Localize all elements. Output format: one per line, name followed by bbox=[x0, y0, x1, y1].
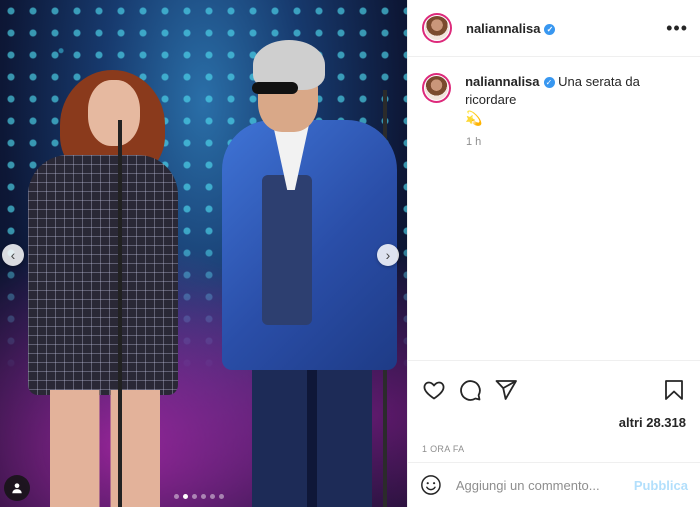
chevron-left-icon: ‹ bbox=[10, 247, 16, 263]
carousel-dot bbox=[210, 494, 215, 499]
bookmark-icon[interactable] bbox=[662, 378, 686, 402]
carousel-dot bbox=[174, 494, 179, 499]
carousel-dot bbox=[219, 494, 224, 499]
mic-stand bbox=[118, 120, 122, 507]
singer-dress bbox=[28, 155, 178, 395]
verified-badge-icon: ✓ bbox=[543, 77, 555, 89]
avatar[interactable] bbox=[422, 13, 452, 43]
emoji-icon[interactable] bbox=[420, 473, 442, 497]
action-bar bbox=[408, 360, 700, 409]
verified-badge-icon: ✓ bbox=[544, 23, 556, 35]
header-username[interactable]: naliannalisa ✓ bbox=[466, 20, 556, 36]
caption-text: naliannalisa ✓ Una serata da ricordare 💫 bbox=[465, 73, 686, 128]
singer-legs bbox=[50, 390, 160, 507]
heart-icon[interactable] bbox=[422, 378, 446, 402]
person-icon bbox=[12, 483, 22, 494]
caption-time: 1 h bbox=[466, 136, 482, 148]
post-header: naliannalisa ✓ ••• bbox=[408, 0, 700, 57]
tagged-users-button[interactable] bbox=[4, 475, 30, 501]
avatar-image bbox=[425, 16, 449, 40]
comment-form: Pubblica bbox=[408, 462, 700, 507]
comments-section: naliannalisa ✓ Una serata da ricordare 💫 … bbox=[408, 57, 700, 360]
publish-button[interactable]: Pubblica bbox=[634, 478, 688, 493]
comment-input[interactable] bbox=[453, 476, 634, 494]
caption-username[interactable]: naliannalisa bbox=[465, 74, 539, 89]
more-options-icon[interactable]: ••• bbox=[666, 18, 688, 39]
carousel-indicator bbox=[174, 494, 224, 499]
carousel-dot bbox=[183, 494, 188, 499]
header-username-text: naliannalisa bbox=[466, 20, 541, 36]
carousel-prev-button[interactable]: ‹ bbox=[2, 244, 24, 266]
carousel-next-button[interactable]: › bbox=[377, 244, 399, 266]
tenor-sunglasses bbox=[252, 82, 298, 94]
carousel-dot bbox=[201, 494, 206, 499]
caption-emoji: 💫 bbox=[465, 110, 483, 126]
singer-face bbox=[88, 80, 140, 146]
instagram-post: ‹ › naliannalisa ✓ ••• naliannalisa ✓ Una … bbox=[0, 0, 700, 507]
tenor-vest bbox=[262, 175, 312, 325]
post-timestamp: 1 ORA FA bbox=[422, 444, 465, 454]
avatar[interactable] bbox=[422, 73, 452, 103]
post-sidebar: naliannalisa ✓ ••• naliannalisa ✓ Una sera… bbox=[407, 0, 700, 507]
caption: naliannalisa ✓ Una serata da ricordare 💫 bbox=[422, 73, 686, 128]
likes-count[interactable]: altri 28.318 bbox=[408, 409, 700, 430]
post-media[interactable]: ‹ › bbox=[0, 0, 407, 507]
comment-icon[interactable] bbox=[458, 378, 482, 402]
chevron-right-icon: › bbox=[385, 247, 391, 263]
avatar-image bbox=[425, 76, 449, 100]
share-icon[interactable] bbox=[494, 378, 518, 402]
carousel-dot bbox=[192, 494, 197, 499]
